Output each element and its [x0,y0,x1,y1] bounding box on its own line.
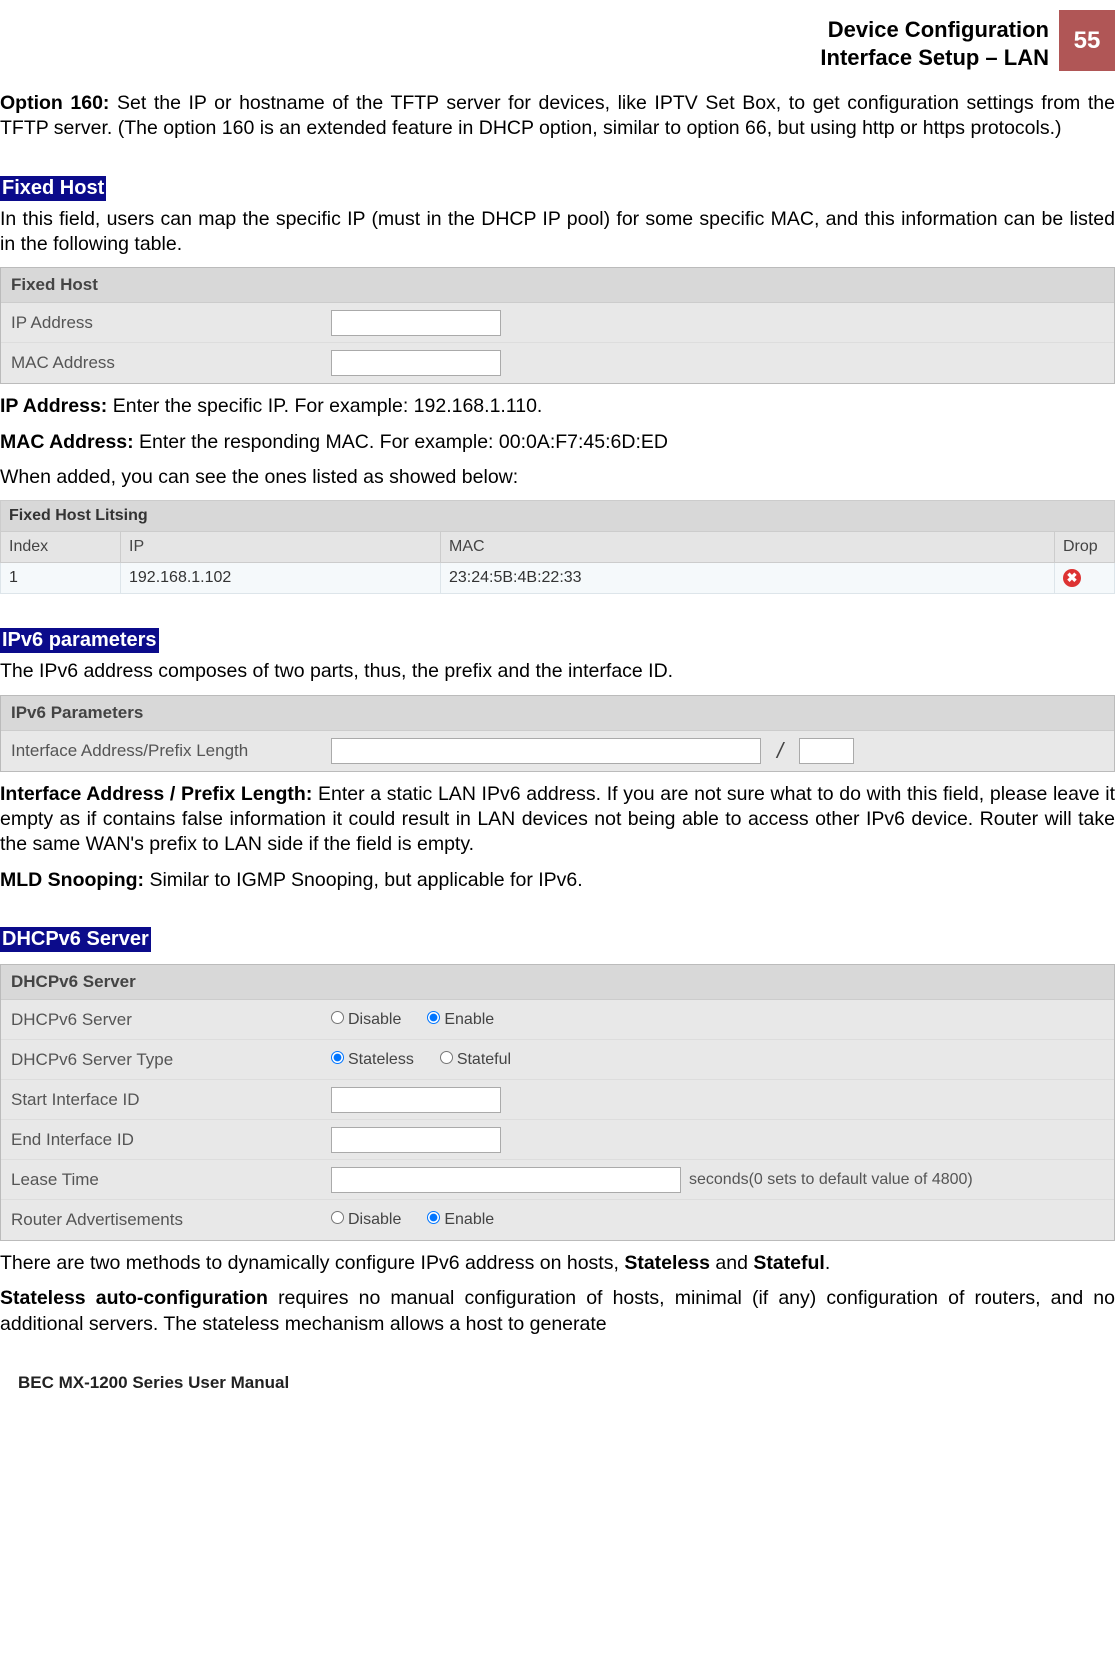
col-ip: IP [121,532,441,563]
page-number-badge: 55 [1059,10,1115,71]
cell-mac: 23:24:5B:4B:22:33 [441,563,1055,594]
dhcpv6-panel-title: DHCPv6 Server [1,965,1114,1000]
dhcpv6-methods-desc: There are two methods to dynamically con… [0,1251,1115,1276]
fixed-host-added-note: When added, you can see the ones listed … [0,465,1115,490]
lease-time-suffix: seconds(0 sets to default value of 4800) [689,1171,973,1189]
ra-disable-option[interactable]: Disable [331,1211,401,1229]
end-interface-id-label: End Interface ID [11,1130,331,1150]
dhcpv6-server-heading: DHCPv6 Server [0,927,151,952]
dhcpv6-server-panel: DHCPv6 Server DHCPv6 Server Disable Enab… [0,964,1115,1241]
ip-address-desc: IP Address: Enter the specific IP. For e… [0,394,1115,419]
lease-time-label: Lease Time [11,1170,331,1190]
dhcpv6-stateful-option[interactable]: Stateful [440,1051,511,1069]
cell-index: 1 [1,563,121,594]
start-interface-id-label: Start Interface ID [11,1090,331,1110]
ipv6-panel-title: IPv6 Parameters [1,696,1114,731]
dhcpv6-stateful-radio[interactable] [440,1051,453,1064]
lease-time-input[interactable] [331,1167,681,1193]
prefix-length-input[interactable] [799,738,854,764]
end-interface-id-input[interactable] [331,1127,501,1153]
ipv6-parameters-panel: IPv6 Parameters Interface Address/Prefix… [0,695,1115,772]
col-index: Index [1,532,121,563]
ipv6-intro: The IPv6 address composes of two parts, … [0,659,1115,684]
header-title-1: Device Configuration [820,16,1049,44]
ip-address-input[interactable] [331,310,501,336]
ra-enable-option[interactable]: Enable [427,1211,494,1229]
dhcpv6-disable-option[interactable]: Disable [331,1011,401,1029]
cell-ip: 192.168.1.102 [121,563,441,594]
dhcpv6-stateless-radio[interactable] [331,1051,344,1064]
slash-separator: / [769,738,791,764]
fixed-host-panel: Fixed Host IP Address MAC Address [0,267,1115,384]
page-header: Device Configuration Interface Setup – L… [0,10,1115,71]
fixed-host-listing-table: Fixed Host Litsing Index IP MAC Drop 1 1… [0,500,1115,594]
dhcpv6-disable-radio[interactable] [331,1011,344,1024]
ra-enable-radio[interactable] [427,1211,440,1224]
option-160-paragraph: Option 160: Set the IP or hostname of th… [0,91,1115,142]
start-interface-id-input[interactable] [331,1087,501,1113]
stateless-desc: Stateless auto-configuration requires no… [0,1286,1115,1337]
fixed-host-intro: In this field, users can map the specifi… [0,207,1115,258]
mac-address-desc: MAC Address: Enter the responding MAC. F… [0,430,1115,455]
fixed-host-heading: Fixed Host [0,176,106,201]
ip-address-label: IP Address [11,313,331,333]
col-mac: MAC [441,532,1055,563]
footer-manual-title: BEC MX-1200 Series User Manual [0,1373,1115,1393]
dhcpv6-type-label: DHCPv6 Server Type [11,1050,331,1070]
interface-address-desc: Interface Address / Prefix Length: Enter… [0,782,1115,858]
dhcpv6-stateless-option[interactable]: Stateless [331,1051,414,1069]
dhcpv6-enable-option[interactable]: Enable [427,1011,494,1029]
fixed-host-panel-title: Fixed Host [1,268,1114,303]
delete-icon[interactable]: ✖ [1063,569,1081,587]
listing-title: Fixed Host Litsing [1,501,1115,532]
router-advertisements-label: Router Advertisements [11,1210,331,1230]
mac-address-label: MAC Address [11,353,331,373]
ra-disable-radio[interactable] [331,1211,344,1224]
col-drop: Drop [1055,532,1115,563]
cell-drop: ✖ [1055,563,1115,594]
interface-address-input[interactable] [331,738,761,764]
mac-address-input[interactable] [331,350,501,376]
table-row: 1 192.168.1.102 23:24:5B:4B:22:33 ✖ [1,563,1115,594]
interface-address-label: Interface Address/Prefix Length [11,741,331,761]
dhcpv6-enable-radio[interactable] [427,1011,440,1024]
ipv6-parameters-heading: IPv6 parameters [0,628,159,653]
header-title-2: Interface Setup – LAN [820,44,1049,72]
mld-snooping-desc: MLD Snooping: Similar to IGMP Snooping, … [0,868,1115,893]
dhcpv6-server-label: DHCPv6 Server [11,1010,331,1030]
